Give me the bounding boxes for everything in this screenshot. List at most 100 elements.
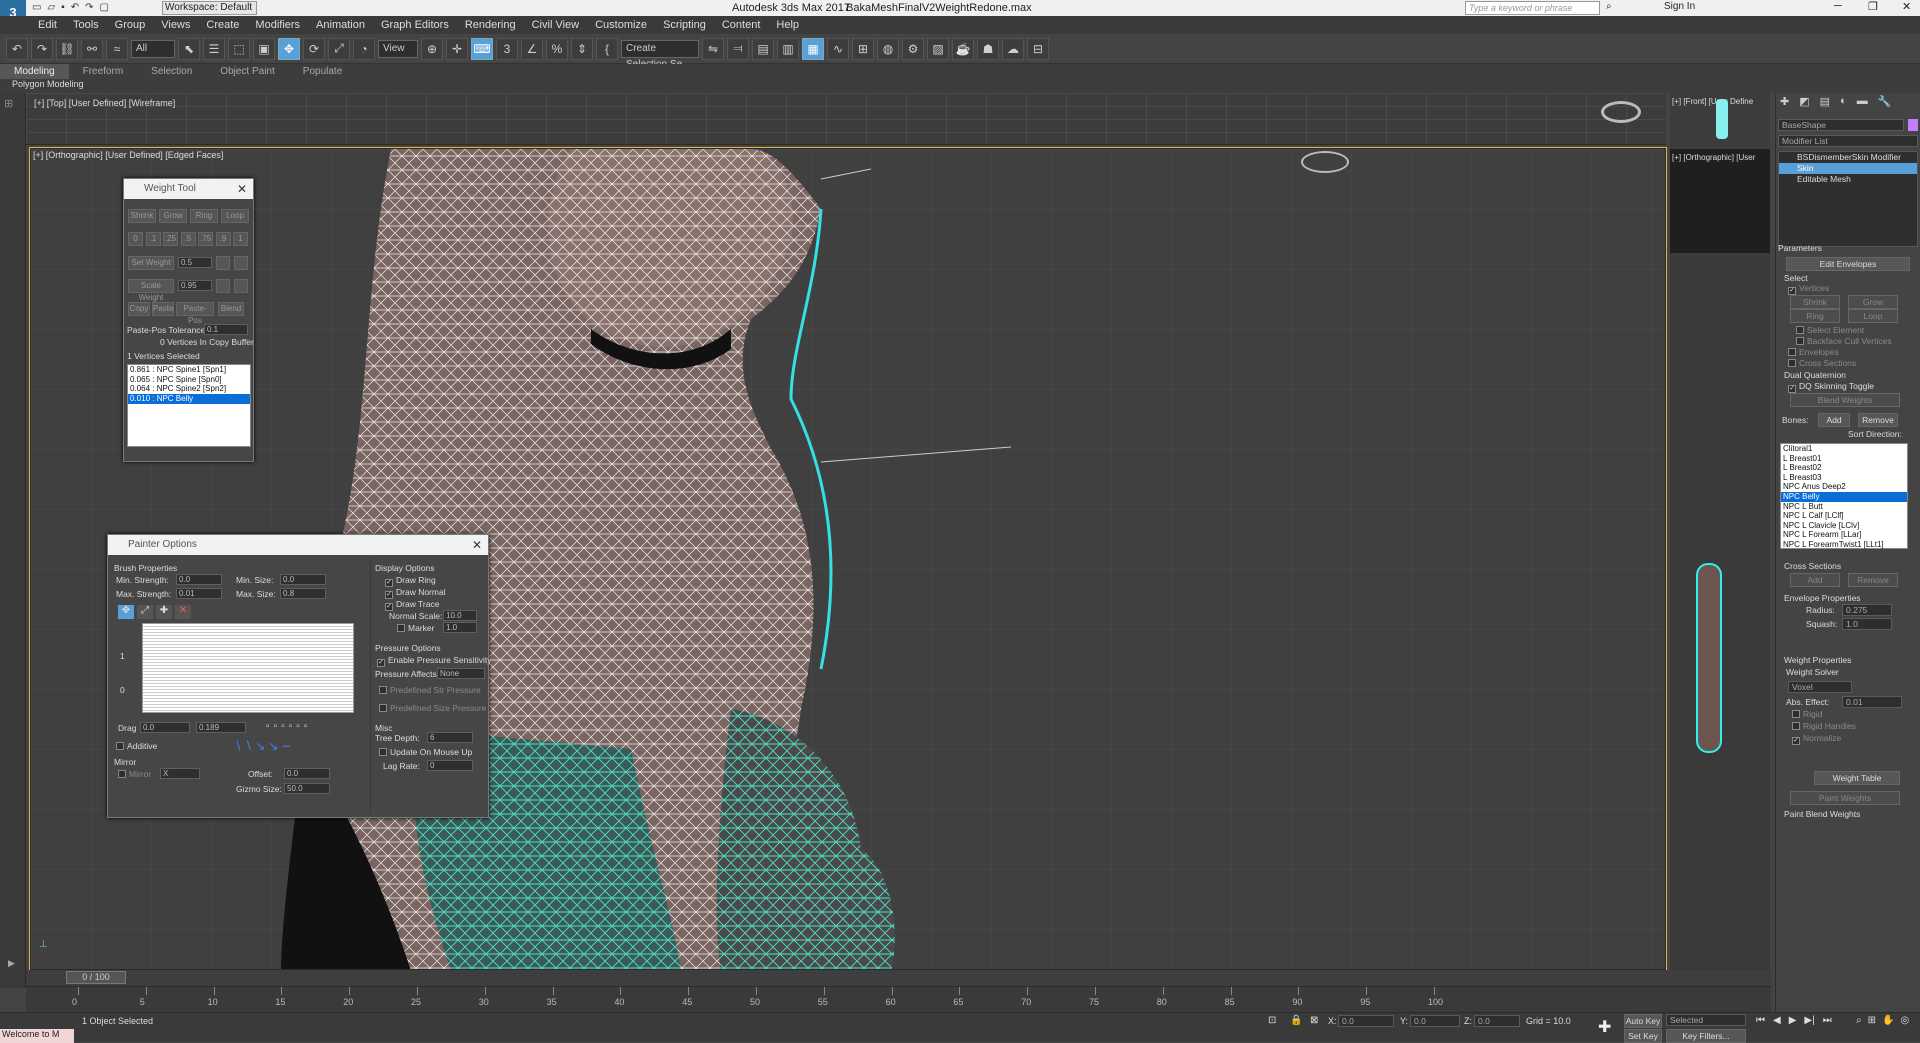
draw-trace-checkbox[interactable]: ✓ Draw Trace (385, 599, 439, 611)
menu-customize[interactable]: Customize (587, 16, 655, 34)
link-icon[interactable]: ⛓ (56, 37, 78, 60)
max-size-field[interactable]: 0.8 (280, 588, 326, 599)
menu-modifiers[interactable]: Modifiers (247, 16, 308, 34)
mirror-icon[interactable]: ⇋ (702, 37, 724, 60)
checkbox-icon[interactable] (1796, 326, 1804, 334)
view-cube-icon[interactable] (1601, 101, 1641, 123)
bone-list-item[interactable]: NPC L Butt (1781, 502, 1907, 512)
wt-loop-button[interactable]: Loop (221, 209, 249, 223)
checkbox-icon[interactable] (379, 704, 387, 712)
unlink-icon[interactable]: ⚯ (81, 37, 103, 60)
pressure-affects-dropdown[interactable]: None (437, 668, 485, 679)
bone-list-item[interactable]: NPC L Forearm [LLar] (1781, 530, 1907, 540)
squash-field[interactable]: 1.0 (1842, 618, 1892, 630)
curve-delete-icon[interactable]: ✕ (175, 605, 191, 619)
front-viewport[interactable]: [+] [Front] [User Define (1670, 93, 1770, 149)
percent-snap-icon[interactable]: % (546, 37, 568, 60)
min-size-field[interactable]: 0.0 (280, 574, 326, 585)
modifier-stack-item[interactable]: Editable Mesh (1779, 174, 1917, 185)
pivot-icon[interactable]: ⊕ (421, 37, 443, 60)
additive-checkbox[interactable]: Additive (116, 741, 157, 751)
scale-down-icon[interactable] (234, 279, 248, 293)
cs-remove-button[interactable]: Remove (1848, 573, 1898, 587)
time-slider[interactable]: 0 / 100 (26, 970, 1771, 986)
motion-tab-icon[interactable]: ◐ (1840, 95, 1847, 108)
angle-snap-icon[interactable]: ∠ (521, 37, 543, 60)
toggle-ribbon-icon[interactable]: ▦ (802, 37, 824, 60)
undo-quick-icon[interactable]: ↶ (71, 2, 79, 13)
edit-envelopes-button[interactable]: Edit Envelopes (1786, 257, 1910, 271)
scale-icon[interactable]: ⤢ (328, 37, 350, 60)
wt-preset-button[interactable]: .5 (180, 232, 196, 246)
ribbon-tab-freeform[interactable]: Freeform (69, 64, 138, 79)
cross-sections-checkbox[interactable]: Cross Sections (1788, 358, 1856, 368)
weight-list-item[interactable]: 0.010 : NPC Belly (128, 394, 250, 404)
curve-move-icon[interactable]: ✥ (118, 605, 134, 619)
checkbox-icon[interactable] (1788, 348, 1796, 356)
main-viewport-label[interactable]: [+] [Orthographic] [User Defined] [Edged… (33, 150, 223, 160)
align-icon[interactable]: ⫤ (727, 37, 749, 60)
wt-ring-button[interactable]: Ring (190, 209, 218, 223)
bone-list-item[interactable]: L Breast01 (1781, 454, 1907, 464)
set-weight-button[interactable]: Set Weight (128, 256, 174, 270)
bone-list-item[interactable]: L Breast02 (1781, 463, 1907, 473)
wt-preset-button[interactable]: .75 (198, 232, 213, 246)
redo-icon[interactable]: ↷ (31, 37, 53, 60)
bone-list-item[interactable]: Clitoral1 (1781, 444, 1907, 454)
tree-depth-field[interactable]: 6 (427, 732, 473, 743)
maximize-button[interactable]: ❐ (1868, 0, 1878, 13)
falloff-curve-graph[interactable] (142, 623, 354, 713)
ortho-small-viewport[interactable]: [+] [Orthographic] [User (1670, 149, 1770, 253)
rendered-frame-icon[interactable]: ▨ (927, 37, 949, 60)
polygon-modeling-label[interactable]: Polygon Modeling (12, 79, 84, 89)
undo-icon[interactable]: ↶ (6, 37, 28, 60)
wt-pastepos-button[interactable]: Paste-Pos (176, 302, 214, 325)
search-input[interactable]: Type a keyword or phrase (1465, 1, 1600, 15)
time-slider-thumb[interactable]: 0 / 100 (66, 971, 126, 984)
parameters-rollout-heading[interactable]: Parameters (1778, 243, 1822, 253)
view-cube-icon[interactable] (1301, 151, 1349, 173)
ribbon-tab-selection[interactable]: Selection (137, 64, 206, 79)
display-tab-icon[interactable]: ▬ (1857, 95, 1868, 108)
select-by-name-icon[interactable]: ☰ (203, 37, 225, 60)
render-online-icon[interactable]: ☁ (1002, 37, 1024, 60)
scene-explorer-icon[interactable]: ▤ (752, 37, 774, 60)
checkbox-icon[interactable]: ✓ (1792, 737, 1800, 745)
wt-preset-button[interactable]: .9 (215, 232, 231, 246)
bind-spacewarp-icon[interactable]: ≈ (106, 37, 128, 60)
bone-list-item[interactable]: NPC L ForearmTwist1 [LLt1] (1781, 540, 1907, 550)
bones-list[interactable]: Clitoral1 L Breast01 L Breast02 L Breast03 N… (1780, 443, 1908, 549)
zoom-h-icon[interactable]: ▫ (281, 721, 285, 732)
ref-coord-dropdown[interactable]: View (378, 39, 418, 58)
cs-add-button[interactable]: Add (1790, 573, 1840, 587)
menu-graph-editors[interactable]: Graph Editors (373, 16, 457, 34)
zoom-v-icon[interactable]: ▫ (289, 721, 293, 732)
front-viewport-label[interactable]: [+] [Front] [User Define (1672, 97, 1753, 106)
mirror-axis-dropdown[interactable]: X (160, 768, 200, 779)
window-crossing-icon[interactable]: ▣ (253, 37, 275, 60)
checkbox-icon[interactable] (379, 748, 387, 756)
menu-group[interactable]: Group (107, 16, 154, 34)
isolate-icon[interactable]: ⊡ (1268, 1015, 1276, 1026)
open-file-icon[interactable]: ▱ (47, 2, 55, 13)
menu-animation[interactable]: Animation (308, 16, 373, 34)
pan-icon[interactable]: ▫ (266, 721, 270, 732)
abs-effect-field[interactable]: 0.01 (1842, 696, 1902, 708)
modifier-stack-item[interactable]: Skin (1779, 163, 1917, 174)
envelopes-checkbox[interactable]: Envelopes (1788, 347, 1839, 357)
object-color-swatch[interactable] (1908, 119, 1918, 131)
painter-options-titlebar[interactable]: Painter Options ✕ (108, 535, 488, 555)
set-key-button[interactable]: Set Key (1624, 1029, 1662, 1043)
normalize-checkbox[interactable]: ✓ Normalize (1792, 733, 1841, 745)
ribbon-tab-populate[interactable]: Populate (289, 64, 356, 79)
select-element-checkbox[interactable]: Select Element (1796, 325, 1864, 335)
zoom-region-icon[interactable]: ▫ (296, 721, 300, 732)
blend-weights-button[interactable]: Blend Weights (1790, 393, 1900, 407)
render-production-icon[interactable]: ☕ (952, 37, 974, 60)
utilities-tab-icon[interactable]: 🔧 (1878, 95, 1892, 108)
paint-weights-button[interactable]: Paint Weights (1790, 791, 1900, 805)
save-file-icon[interactable]: ▪ (61, 2, 65, 13)
remove-bone-button[interactable]: Remove (1858, 413, 1898, 427)
ribbon-tab-modeling[interactable]: Modeling (0, 64, 69, 79)
top-viewport-label[interactable]: [+] [Top] [User Defined] [Wireframe] (34, 98, 175, 108)
